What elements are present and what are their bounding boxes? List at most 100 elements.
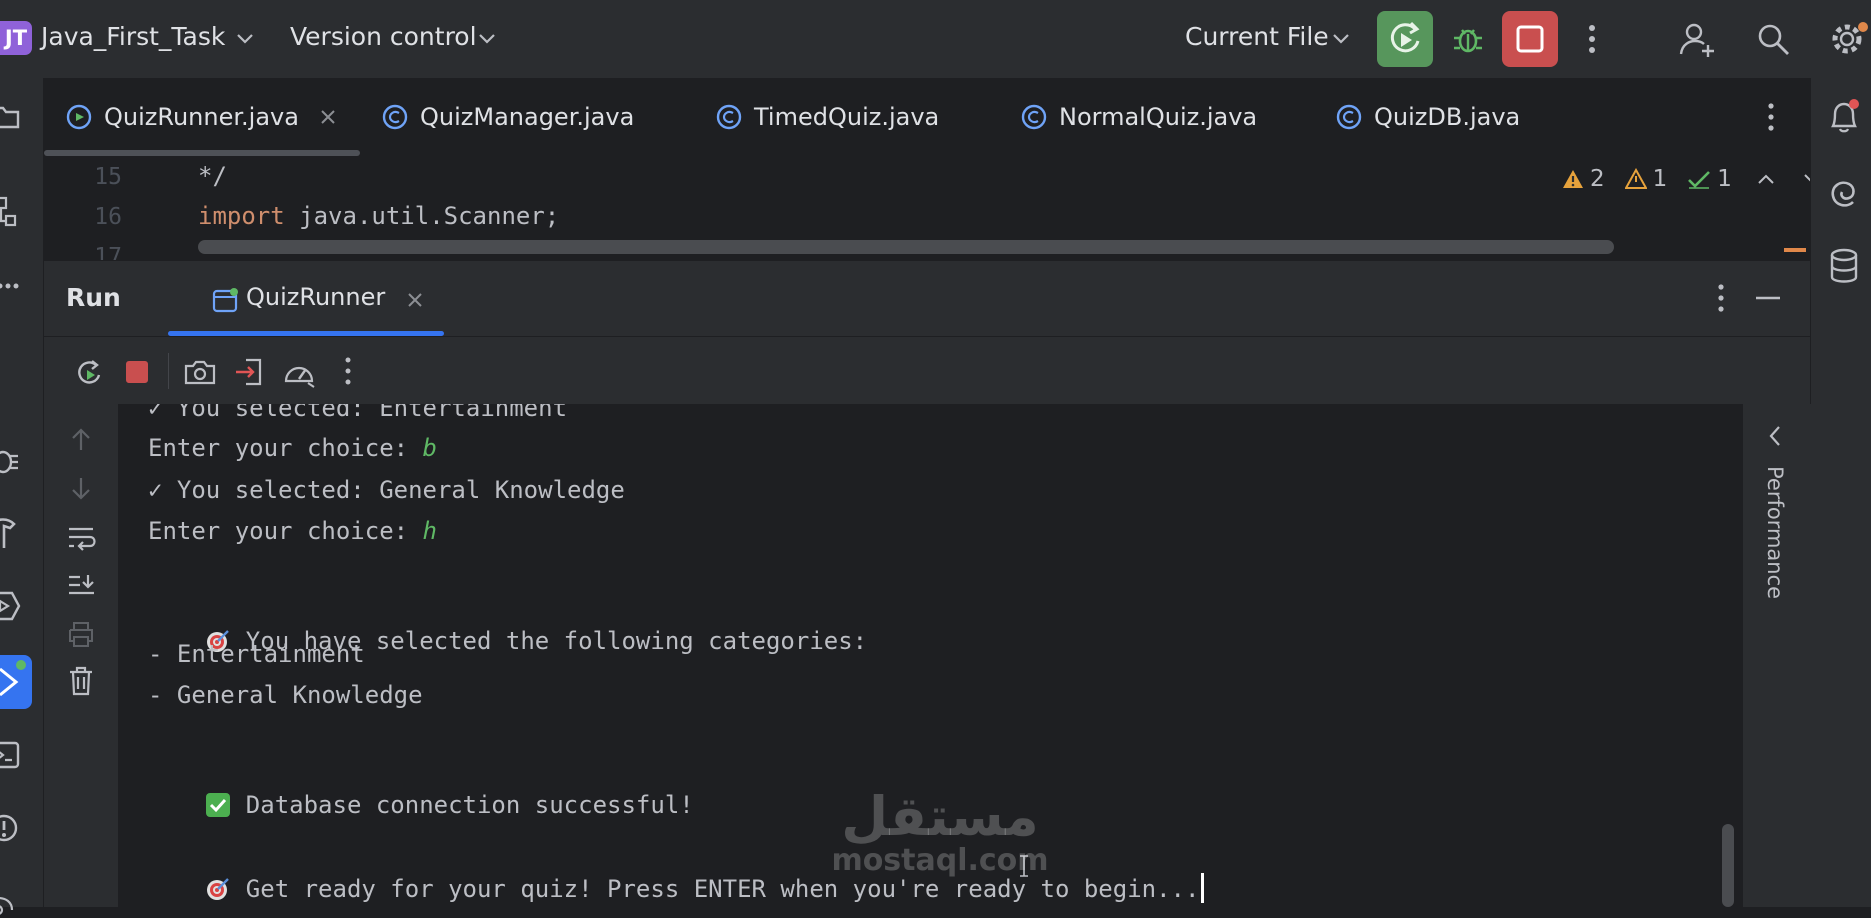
chevron-down-icon[interactable] [478,33,496,45]
rerun-icon [1390,21,1420,53]
settings-gear-icon[interactable] [1829,19,1869,59]
stop-icon[interactable] [124,359,150,385]
stop-icon [1516,25,1544,53]
run-window-options-icon[interactable] [1714,281,1728,315]
problems-icon[interactable] [0,812,22,844]
exit-login-icon[interactable] [234,357,264,387]
tabs-more-vertical-icon[interactable] [1764,100,1778,134]
tab-quizrunner[interactable]: QuizRunner.java [66,78,337,156]
horizontal-scrollbar[interactable] [198,240,1614,254]
console-line: - General Knowledge [148,681,423,709]
database-icon[interactable] [1829,248,1859,284]
title-bar: JT Java_First_Task Version control Curre… [0,0,1871,78]
run-tab-label: QuizRunner [246,283,386,311]
warning-count: 2 [1590,166,1605,192]
right-tool-strip [1810,78,1871,907]
tab-timedquiz[interactable]: TimedQuiz.java [716,78,939,156]
tab-quizmanager[interactable]: QuizManager.java [382,78,634,156]
warning-triangle-icon [1563,170,1583,188]
console-line: Database connection successful! [148,763,694,847]
tab-quizdb[interactable]: QuizDB.java [1336,78,1520,156]
java-class-icon [1336,104,1362,130]
java-class-icon [382,104,408,130]
chevron-down-icon[interactable] [1802,172,1810,186]
tab-label: QuizRunner.java [104,103,299,131]
arrow-up-icon[interactable] [68,426,94,452]
run-play-icon [0,660,26,697]
rerun-icon[interactable] [74,357,104,387]
terminal-icon[interactable] [0,740,22,770]
profiler-gauge-icon[interactable] [282,357,316,389]
run-tool-button-active[interactable] [0,655,32,709]
more-horizontal-icon[interactable] [0,281,22,291]
performance-label: Performance [1763,466,1787,600]
chevron-left-icon[interactable] [1767,424,1783,448]
close-tab-icon[interactable] [319,108,337,126]
chevron-down-icon[interactable] [1332,33,1350,45]
line-number: 17 [94,244,122,260]
console-prompt: Enter your choice: [148,434,423,462]
hammer-build-icon[interactable] [0,516,22,550]
java-class-runnable-icon [66,104,92,130]
more-vertical-icon[interactable] [342,355,354,387]
ai-assistant-spiral-icon[interactable] [1827,176,1861,210]
target-dart-icon [206,878,229,900]
db-connection-message: Database connection successful! [245,791,694,819]
user-input: b [422,434,437,462]
project-name[interactable]: Java_First_Task [41,22,225,51]
project-badge[interactable]: JT [0,21,32,55]
run-configuration-icon [212,288,238,313]
debug-tool-icon[interactable] [0,444,22,476]
performance-side-panel: Performance [1742,404,1811,907]
watermark-arabic: مستقل [841,785,1039,848]
keyword-import: import [198,202,285,230]
arrow-down-icon[interactable] [68,476,94,502]
code-editor[interactable]: 15 */ 16 import java.util.Scanner; 17 2 … [44,156,1810,260]
vcs-menu[interactable]: Version control [290,22,477,51]
git-icon[interactable] [0,888,22,918]
check-ok-icon [1688,171,1711,189]
watermark-latin: mostaql.com [831,843,1049,878]
chevron-up-icon[interactable] [1756,172,1776,186]
tab-label: TimedQuiz.java [754,103,940,131]
soft-wrap-icon[interactable] [66,524,96,552]
print-icon[interactable] [66,620,96,648]
code-text: java.util.Scanner; [284,202,560,230]
rerun-button[interactable] [1377,11,1433,67]
add-user-icon[interactable] [1678,20,1716,58]
services-icon[interactable] [0,590,22,622]
project-folder-icon[interactable] [0,104,22,130]
console-action-gutter [44,404,118,907]
more-vertical-icon[interactable] [1585,22,1599,56]
notifications-bell-icon[interactable] [1827,98,1861,134]
run-tool-window-header: Run QuizRunner [44,260,1810,337]
weak-warning-triangle-icon [1624,168,1647,189]
close-run-tab-icon[interactable] [406,291,424,309]
inspection-widget[interactable]: 2 1 1 [1562,166,1810,192]
trash-icon[interactable] [68,666,94,696]
camera-snapshot-icon[interactable] [184,359,216,385]
console-line: - Entertainment [148,640,365,668]
performance-tab[interactable]: Performance [1749,466,1805,636]
stop-button[interactable] [1502,11,1558,67]
chevron-down-icon[interactable] [236,33,254,45]
minimize-icon[interactable] [1754,295,1782,301]
tab-normalquiz[interactable]: NormalQuiz.java [1021,78,1257,156]
console-line: Enter your choice: b [148,434,437,462]
watermark-logo: مستقل mostaql.com [820,790,1060,876]
code-line[interactable]: */ [198,162,227,190]
tab-label: QuizManager.java [420,103,635,131]
ready-prompt: Get ready for your quiz! Press ENTER whe… [245,875,1200,903]
java-class-icon [716,104,742,130]
run-tab-quizrunner[interactable]: QuizRunner [168,261,444,337]
run-window-title: Run [66,283,121,312]
console-line: ✓ You selected: Entertainment [148,404,568,422]
structure-icon[interactable] [0,196,22,230]
search-icon[interactable] [1755,21,1791,57]
debug-icon[interactable] [1450,20,1486,56]
console-vertical-scrollbar[interactable] [1722,824,1734,907]
scroll-to-end-icon[interactable] [66,572,96,600]
tab-label: QuizDB.java [1374,103,1521,131]
run-config-selector[interactable]: Current File [1185,22,1329,51]
code-line[interactable]: import java.util.Scanner; [198,202,559,230]
